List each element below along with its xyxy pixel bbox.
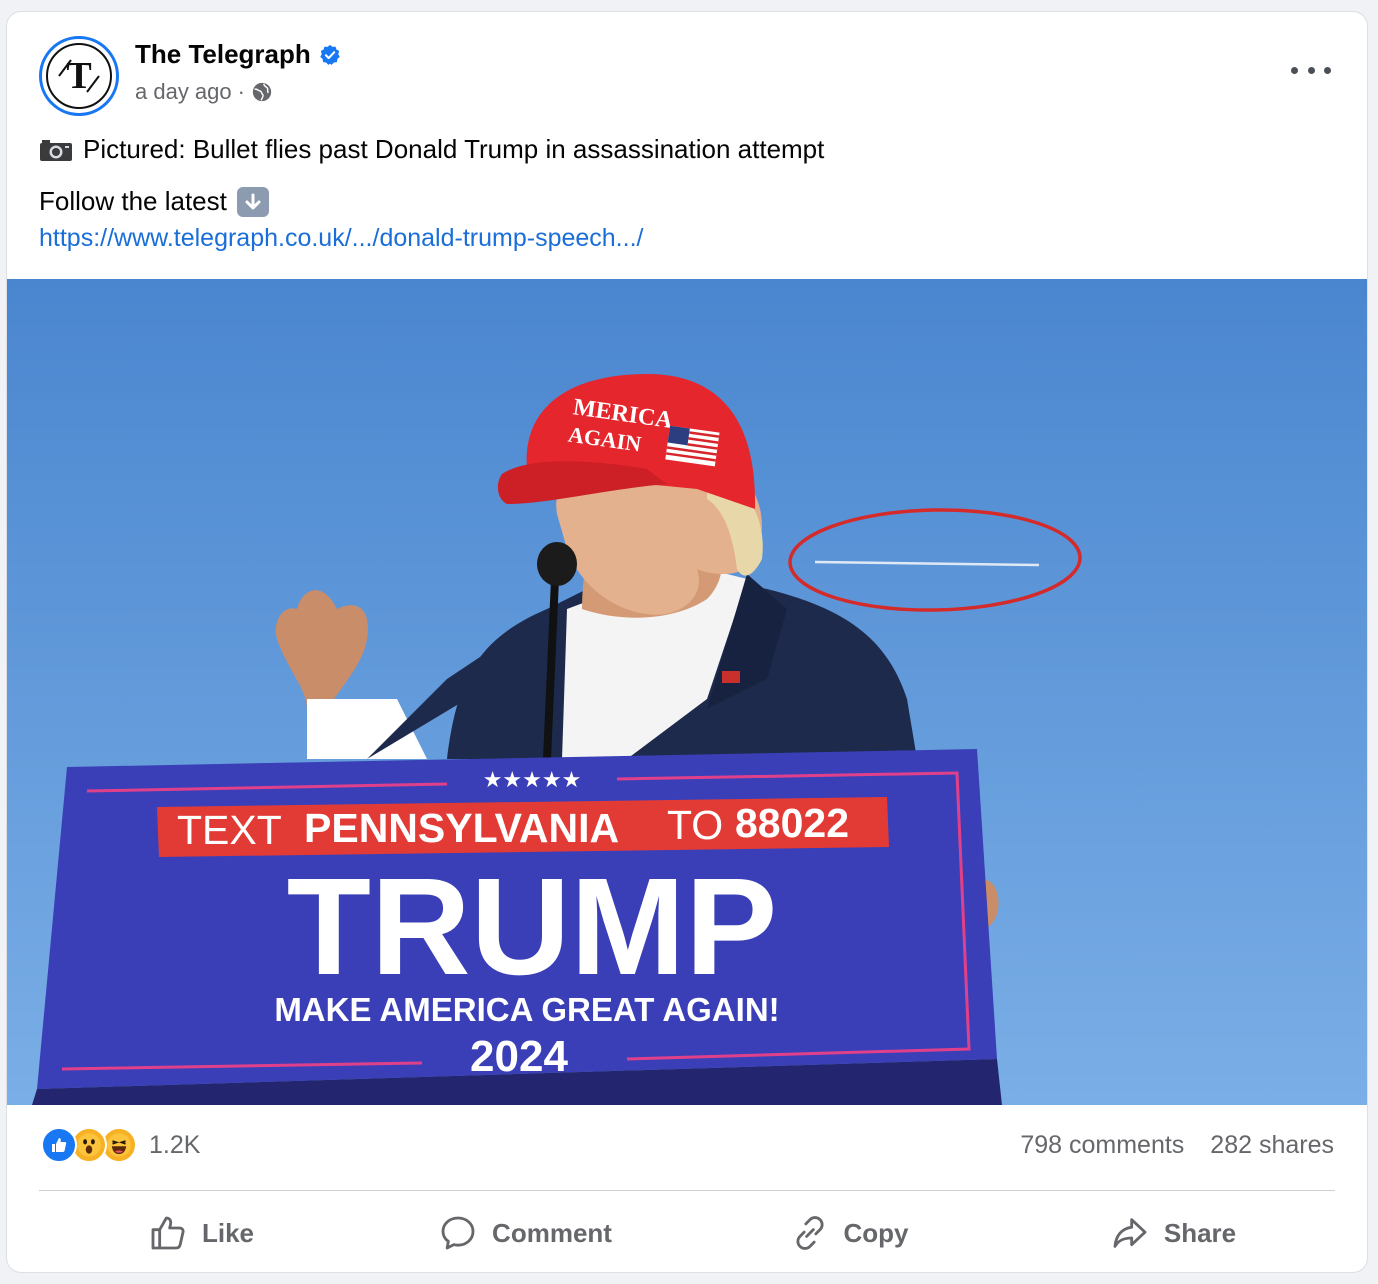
flag-pin (722, 671, 740, 683)
actions-divider (39, 1190, 1335, 1191)
like-label: Like (201, 1217, 255, 1248)
dot-icon (1307, 66, 1315, 74)
comment-bubble-icon (441, 1216, 475, 1250)
post-meta: a day ago · (135, 79, 273, 105)
page-name-text[interactable]: The Telegraph (135, 39, 311, 70)
banner-text-a: TEXT (177, 807, 282, 853)
page-avatar[interactable]: T (39, 36, 119, 116)
banner-text-d: 88022 (735, 800, 849, 846)
caption-text: Pictured: Bullet flies past Donald Trump… (83, 134, 825, 164)
down-arrow-icon (236, 186, 269, 217)
meta-separator: · (237, 79, 245, 104)
comment-button[interactable]: Comment (363, 1204, 687, 1262)
like-button[interactable]: Like (39, 1204, 363, 1262)
podium-stars: ★★★★★ (483, 768, 582, 793)
follow-line: Follow the latest (39, 186, 269, 217)
globe-icon[interactable] (251, 81, 273, 103)
article-link[interactable]: https://www.telegraph.co.uk/.../donald-t… (39, 224, 643, 253)
copy-label: Copy (843, 1217, 909, 1248)
cap-flag (665, 425, 720, 467)
dot-icon (1291, 66, 1298, 74)
banner-text-b: PENNSYLVANIA (304, 805, 619, 851)
more-options-button[interactable] (1291, 58, 1331, 82)
share-button[interactable]: Share (1011, 1204, 1335, 1262)
comment-label: Comment (492, 1217, 612, 1248)
copy-link-button[interactable]: Copy (687, 1204, 1011, 1262)
comments-count[interactable]: 798 comments (1020, 1131, 1184, 1160)
post-actions-bar: Like Comment Copy Share (39, 1204, 1335, 1262)
share-label: Share (1163, 1217, 1237, 1248)
post-photo[interactable]: MERICA AGAIN ★★★★★ TEXT PENNSYLVANIA TO … (7, 279, 1367, 1105)
reaction-count: 1.2K (149, 1130, 201, 1159)
post-stats: 798 comments 282 shares (1020, 1131, 1334, 1160)
post-caption: Pictured: Bullet flies past Donald Trump… (39, 134, 824, 165)
podium-year: 2024 (470, 1032, 568, 1081)
follow-text: Follow the latest (39, 186, 227, 216)
microphone (537, 542, 577, 586)
link-icon (795, 1216, 824, 1250)
thumbs-up-icon (151, 1216, 185, 1250)
verified-badge-icon (320, 44, 340, 65)
shares-count[interactable]: 282 shares (1210, 1131, 1334, 1160)
camera-icon (40, 139, 72, 161)
podium-name: TRUMP (287, 850, 778, 1004)
like-reaction-icon (41, 1127, 77, 1163)
timestamp[interactable]: a day ago (135, 79, 232, 105)
banner-text-c: TO (667, 802, 723, 848)
page-name[interactable]: The Telegraph (135, 39, 341, 70)
podium-slogan: MAKE AMERICA GREAT AGAIN! (274, 991, 779, 1028)
telegraph-logo-icon: T (46, 43, 112, 109)
reactions-summary[interactable]: 1.2K (41, 1127, 200, 1163)
share-arrow-icon (1113, 1218, 1147, 1248)
post-card: T The Telegraph a day ago · Pictured: Bu… (7, 12, 1367, 1272)
dot-icon (1324, 66, 1331, 74)
